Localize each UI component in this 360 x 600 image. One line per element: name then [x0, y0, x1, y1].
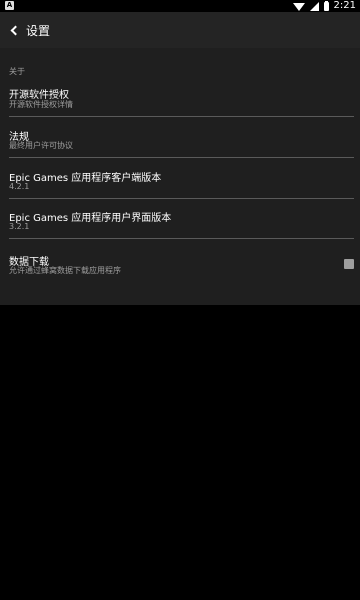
divider	[9, 116, 354, 117]
status-time: 2:21	[333, 0, 356, 11]
setting-title: Epic Games 应用程序客户端版本	[9, 173, 162, 184]
wifi-icon	[292, 3, 305, 11]
back-arrow-icon[interactable]	[4, 20, 24, 40]
setting-subtitle: 4.2.1	[9, 182, 30, 191]
setting-data-download[interactable]: 数据下载 允许通过蜂窝数据下载应用程序	[0, 253, 360, 283]
app-notification-icon: A	[5, 1, 14, 10]
page-title: 设置	[26, 23, 51, 38]
setting-title: Epic Games 应用程序用户界面版本	[9, 213, 172, 224]
app-bar: 设置	[0, 12, 360, 48]
divider	[9, 198, 354, 199]
setting-client-version[interactable]: Epic Games 应用程序客户端版本 4.2.1	[0, 169, 360, 199]
setting-open-source-licenses[interactable]: 开源软件授权 开源软件授权详情	[0, 86, 360, 116]
setting-subtitle: 允许通过蜂窝数据下载应用程序	[9, 266, 121, 275]
setting-subtitle: 3.2.1	[9, 222, 30, 231]
setting-ui-version[interactable]: Epic Games 应用程序用户界面版本 3.2.1	[0, 209, 360, 239]
section-header-about: 关于	[9, 67, 25, 76]
divider	[9, 238, 354, 239]
setting-subtitle: 开源软件授权详情	[9, 100, 73, 109]
setting-regulations[interactable]: 法规 最终用户许可协议	[0, 128, 360, 158]
status-icons: 2:21	[292, 0, 356, 12]
signal-icon	[309, 1, 319, 11]
divider	[9, 157, 354, 158]
status-bar: A 2:21	[0, 0, 360, 12]
battery-icon	[323, 0, 329, 11]
setting-subtitle: 最终用户许可协议	[9, 141, 73, 150]
settings-panel: 关于 开源软件授权 开源软件授权详情 法规 最终用户许可协议 Epic Game…	[0, 48, 360, 305]
data-download-checkbox[interactable]	[344, 259, 354, 269]
